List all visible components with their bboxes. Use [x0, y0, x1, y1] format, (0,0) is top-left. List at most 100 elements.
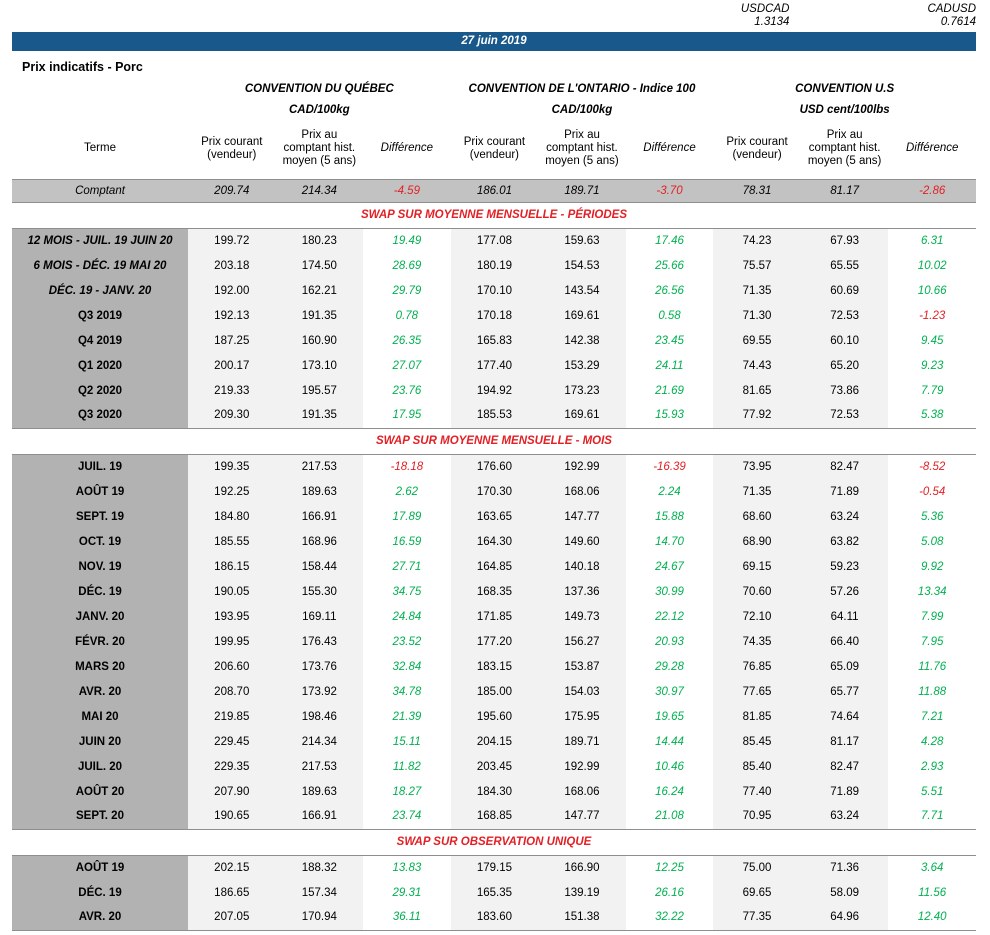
- difference-value: 22.12: [626, 604, 714, 629]
- price-value: 75.00: [713, 855, 801, 880]
- terme-cell: SEPT. 19: [12, 504, 188, 529]
- difference-value: 0.58: [626, 303, 714, 328]
- table-row: OCT. 19185.55168.9616.59164.30149.6014.7…: [12, 529, 976, 554]
- difference-value: 36.11: [363, 905, 451, 930]
- difference-value: 34.78: [363, 679, 451, 704]
- price-value: 176.60: [451, 454, 539, 479]
- price-value: 177.40: [451, 353, 539, 378]
- difference-value: 26.16: [626, 880, 714, 905]
- price-value: 191.35: [276, 303, 364, 328]
- price-value: 214.34: [276, 179, 364, 202]
- table-row: MAI 20219.85198.4621.39195.60175.9519.65…: [12, 704, 976, 729]
- terme-cell: Comptant: [12, 179, 188, 202]
- price-value: 192.99: [538, 454, 626, 479]
- difference-value: 2.93: [888, 754, 976, 779]
- difference-value: 15.11: [363, 729, 451, 754]
- difference-value: 11.56: [888, 880, 976, 905]
- terme-cell: DÉC. 19: [12, 579, 188, 604]
- difference-value: 27.07: [363, 353, 451, 378]
- price-value: 219.85: [188, 704, 276, 729]
- price-value: 63.24: [801, 804, 889, 829]
- price-value: 157.34: [276, 880, 364, 905]
- difference-value: 11.82: [363, 754, 451, 779]
- price-value: 168.06: [538, 479, 626, 504]
- price-value: 69.65: [713, 880, 801, 905]
- difference-value: 14.44: [626, 729, 714, 754]
- difference-value: 17.46: [626, 228, 714, 253]
- unit-ontario: CAD/100kg: [451, 100, 714, 119]
- price-value: 185.55: [188, 529, 276, 554]
- terme-cell: FÉVR. 20: [12, 629, 188, 654]
- difference-value: 19.65: [626, 704, 714, 729]
- col-header-prix-comptant: Prix au comptant hist. moyen (5 ans): [276, 119, 364, 179]
- difference-value: 5.51: [888, 779, 976, 804]
- group-header-us: CONVENTION U.S: [713, 78, 976, 100]
- section-title-row: SWAP SUR MOYENNE MENSUELLE - MOIS: [12, 428, 976, 454]
- fx-quotes: USDCAD 1.3134 CADUSD 0.7614: [12, 2, 976, 32]
- difference-value: 32.22: [626, 905, 714, 930]
- price-value: 71.30: [713, 303, 801, 328]
- difference-value: 7.71: [888, 804, 976, 829]
- price-value: 185.53: [451, 403, 539, 428]
- price-value: 199.95: [188, 629, 276, 654]
- price-value: 71.35: [713, 278, 801, 303]
- price-value: 229.35: [188, 754, 276, 779]
- price-value: 69.15: [713, 554, 801, 579]
- price-value: 189.71: [538, 729, 626, 754]
- price-value: 77.92: [713, 403, 801, 428]
- difference-value: 10.66: [888, 278, 976, 303]
- price-value: 173.76: [276, 654, 364, 679]
- price-value: 72.10: [713, 604, 801, 629]
- price-value: 176.43: [276, 629, 364, 654]
- terme-cell: Q3 2019: [12, 303, 188, 328]
- price-value: 159.63: [538, 228, 626, 253]
- price-value: 200.17: [188, 353, 276, 378]
- difference-value: 16.59: [363, 529, 451, 554]
- price-value: 165.83: [451, 328, 539, 353]
- price-value: 68.90: [713, 529, 801, 554]
- table-row: SEPT. 19184.80166.9117.89163.65147.7715.…: [12, 504, 976, 529]
- price-value: 149.73: [538, 604, 626, 629]
- table-row: SEPT. 20190.65166.9123.74168.85147.7721.…: [12, 804, 976, 829]
- price-value: 59.23: [801, 554, 889, 579]
- price-value: 75.57: [713, 253, 801, 278]
- terme-cell: AOÛT 20: [12, 779, 188, 804]
- price-value: 183.15: [451, 654, 539, 679]
- difference-value: 24.84: [363, 604, 451, 629]
- price-value: 199.72: [188, 228, 276, 253]
- price-value: 193.95: [188, 604, 276, 629]
- difference-value: 3.64: [888, 855, 976, 880]
- price-value: 74.64: [801, 704, 889, 729]
- table-row: Q3 2019192.13191.350.78170.18169.610.587…: [12, 303, 976, 328]
- price-value: 60.69: [801, 278, 889, 303]
- price-value: 147.77: [538, 504, 626, 529]
- price-value: 58.09: [801, 880, 889, 905]
- price-value: 63.24: [801, 504, 889, 529]
- table-row: DÉC. 19 - JANV. 20192.00162.2129.79170.1…: [12, 278, 976, 303]
- terme-cell: JUIL. 20: [12, 754, 188, 779]
- table-row: MARS 20206.60173.7632.84183.15153.8729.2…: [12, 654, 976, 679]
- terme-cell: AVR. 20: [12, 679, 188, 704]
- terme-cell: DÉC. 19 - JANV. 20: [12, 278, 188, 303]
- price-value: 77.40: [713, 779, 801, 804]
- table-body: Comptant209.74214.34-4.59186.01189.71-3.…: [12, 179, 976, 930]
- table-row: DÉC. 19190.05155.3034.75168.35137.3630.9…: [12, 579, 976, 604]
- price-value: 147.77: [538, 804, 626, 829]
- price-value: 190.65: [188, 804, 276, 829]
- price-value: 67.93: [801, 228, 889, 253]
- price-value: 63.82: [801, 529, 889, 554]
- price-value: 82.47: [801, 454, 889, 479]
- price-value: 203.45: [451, 754, 539, 779]
- comptant-row: Comptant209.74214.34-4.59186.01189.71-3.…: [12, 179, 976, 202]
- price-value: 77.35: [713, 905, 801, 930]
- difference-value: 17.89: [363, 504, 451, 529]
- price-value: 81.17: [801, 729, 889, 754]
- fx-cadusd-label: CADUSD: [927, 3, 976, 16]
- price-value: 77.65: [713, 679, 801, 704]
- terme-cell: Q2 2020: [12, 378, 188, 403]
- table-row: NOV. 19186.15158.4427.71164.85140.1824.6…: [12, 554, 976, 579]
- price-value: 209.30: [188, 403, 276, 428]
- difference-value: -18.18: [363, 454, 451, 479]
- col-header-prix-courant: Prix courant (vendeur): [451, 119, 539, 179]
- price-value: 163.65: [451, 504, 539, 529]
